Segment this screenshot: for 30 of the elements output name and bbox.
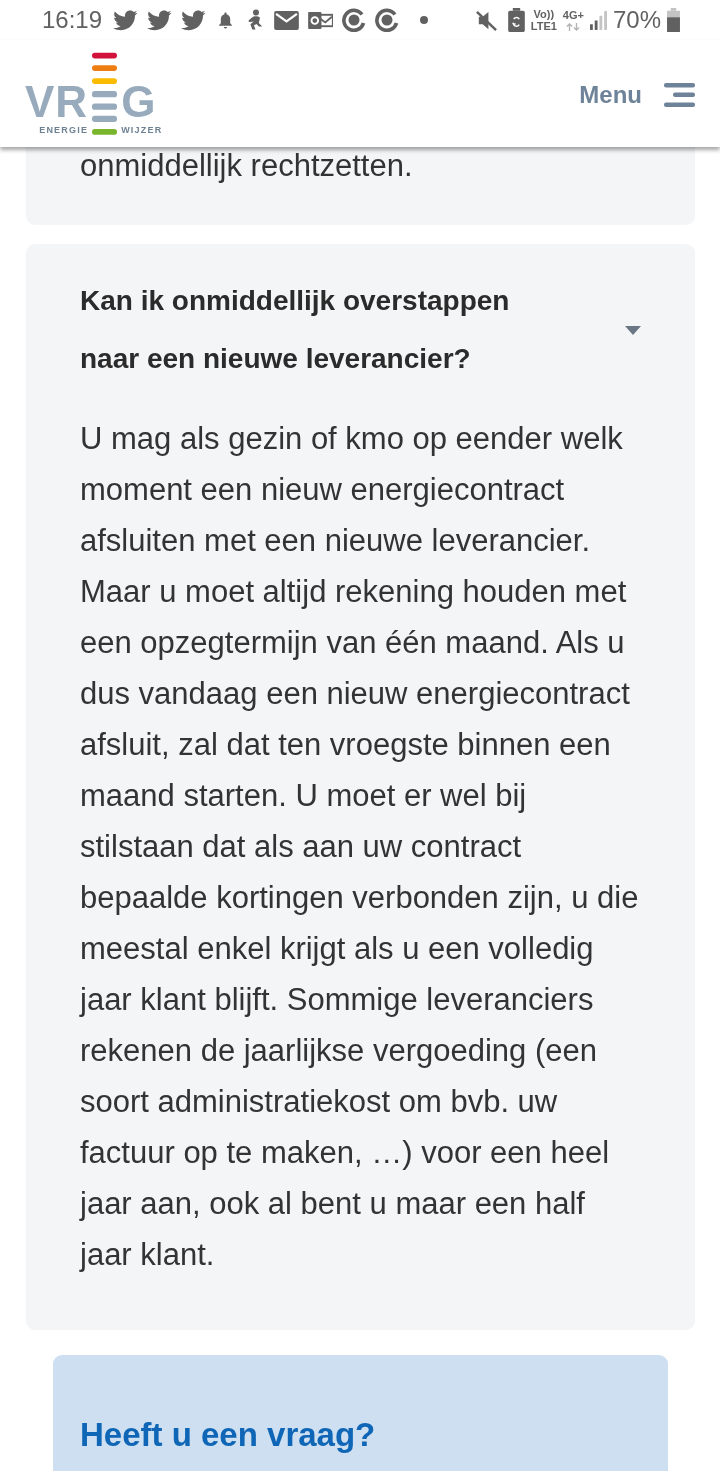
envelope-icon [274,10,300,30]
data-arrows-icon [566,23,581,31]
question-toggle[interactable]: Kan ik onmiddellijk overstappen naar een nieuwe leverancier? [80,272,641,388]
answer-text: U mag als gezin of kmo op eender welk moment een nieuw energiecontract afsluiten met een nieuwe leverancier. Maar u moet altijd rekening houden met een opzegtermijn van één maand. Als u dus vandaag een nieuw energiecontract afsluit, zal dat ten vroegste binnen een maand starten. U moet er wel bij stilstaan dat als aan uw contract bepaalde kortingen verbonden zijn, u die meestal enkel krijgt als u een volledig jaar klant blijft. Sommige leveranciers rekenen de jaarlijkse vergoeding (een soort administratiekost om bvb. uw factuur op te maken, …) voor een heel jaar aan, ook al bent u maar een half jaar klant. [80,420,640,1274]
mail-app-icon [308,10,334,30]
battery-saver-icon [507,8,525,32]
dot-icon [420,16,429,24]
logo-tagline: ENERGIE [39,125,89,136]
ring-icon [375,8,400,32]
bell-icon [218,11,234,29]
menu-icon [664,83,695,107]
battery-percent: 70% [612,6,661,34]
ring-icon [342,8,367,32]
status-time: 16:19 [42,6,103,34]
logo-bars-icon [92,50,118,138]
bird-icon [113,9,139,31]
bird-icon [147,9,173,31]
volte-label: Vo)) [533,8,555,20]
menu-button[interactable]: Menu [579,74,695,116]
bird-icon [181,9,207,31]
logo-letters: G [121,84,157,120]
battery-icon [667,8,680,32]
logo-letters: VR [25,84,89,120]
answer-text: onmiddellijk rechtzetten. [80,150,414,182]
muted-speaker-icon [474,8,498,32]
lte-label: LTE1 [530,20,557,32]
contact-title: Heeft u een vraag? [80,1415,377,1455]
network-type: 4G+ [562,9,584,21]
logo-tagline: WIJZER [121,125,163,136]
signal-icon [589,10,607,30]
